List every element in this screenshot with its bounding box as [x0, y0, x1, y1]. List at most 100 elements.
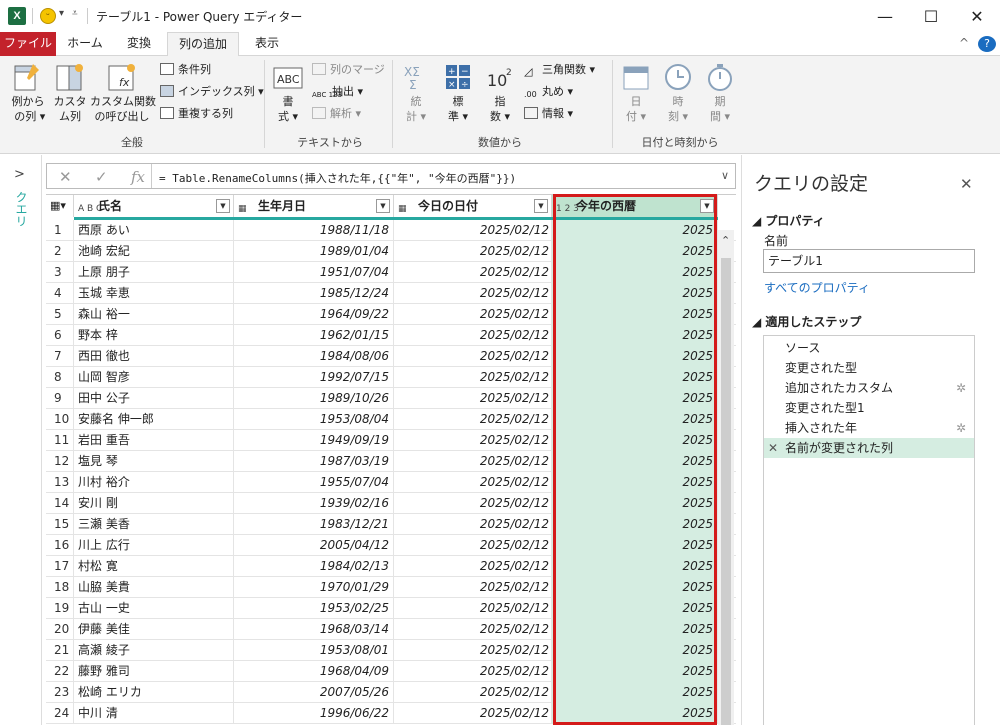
cell-today[interactable]: 2025/02/12 — [394, 283, 552, 304]
tab-transform[interactable]: 変換 — [116, 32, 162, 56]
row-number[interactable]: 14 — [46, 493, 74, 514]
cell-name[interactable]: 池崎 宏紀 — [74, 241, 234, 262]
row-number[interactable]: 2 — [46, 241, 74, 262]
cell-today[interactable]: 2025/02/12 — [394, 640, 552, 661]
row-number[interactable]: 19 — [46, 598, 74, 619]
table-row[interactable]: 1 西原 あい 1988/11/18 2025/02/12 2025 — [46, 220, 736, 241]
filter-dropdown-icon[interactable]: ▼ — [216, 199, 230, 213]
cell-year[interactable]: 2025 — [552, 703, 718, 724]
applied-step[interactable]: 変更された型 — [764, 358, 974, 378]
close-settings-icon[interactable]: ✕ — [960, 175, 973, 193]
tab-file[interactable]: ファイル — [0, 32, 56, 56]
cell-year[interactable]: 2025 — [552, 682, 718, 703]
cell-year[interactable]: 2025 — [552, 220, 718, 241]
cell-name[interactable]: 伊藤 美佳 — [74, 619, 234, 640]
row-number[interactable]: 16 — [46, 535, 74, 556]
column-header-today[interactable]: ▦ 今日の日付 ▼ — [394, 195, 552, 217]
delete-step-icon[interactable]: ✕ — [768, 438, 778, 458]
cell-today[interactable]: 2025/02/12 — [394, 241, 552, 262]
cell-year[interactable]: 2025 — [552, 388, 718, 409]
scroll-up-icon[interactable]: ⌃ — [721, 234, 730, 247]
row-number[interactable]: 10 — [46, 409, 74, 430]
cell-birthdate[interactable]: 1987/03/19 — [234, 451, 394, 472]
cell-today[interactable]: 2025/02/12 — [394, 451, 552, 472]
cell-name[interactable]: 野本 梓 — [74, 325, 234, 346]
applied-step[interactable]: 変更された型1 — [764, 398, 974, 418]
table-row[interactable]: 11 岩田 重吾 1949/09/19 2025/02/12 2025 — [46, 430, 736, 451]
cell-birthdate[interactable]: 1939/02/16 — [234, 493, 394, 514]
vertical-scrollbar[interactable]: ⌃ — [718, 230, 734, 725]
tab-view[interactable]: 表示 — [244, 32, 290, 56]
column-from-examples-button[interactable]: 例から の列 ▾ — [6, 62, 50, 124]
row-number[interactable]: 11 — [46, 430, 74, 451]
cell-birthdate[interactable]: 1955/07/04 — [234, 472, 394, 493]
cell-name[interactable]: 上原 朋子 — [74, 262, 234, 283]
table-menu-button[interactable]: ▦▾ — [46, 195, 74, 217]
query-name-input[interactable]: テーブル1 — [763, 249, 975, 273]
cancel-formula-icon[interactable]: ✕ — [59, 168, 72, 186]
table-row[interactable]: 5 森山 裕一 1964/09/22 2025/02/12 2025 — [46, 304, 736, 325]
index-column-button[interactable]: インデックス列 ▾ — [160, 82, 264, 102]
help-icon[interactable]: ? — [978, 36, 996, 52]
applied-step[interactable]: ソース — [764, 338, 974, 358]
cell-birthdate[interactable]: 1989/01/04 — [234, 241, 394, 262]
cell-today[interactable]: 2025/02/12 — [394, 472, 552, 493]
table-row[interactable]: 8 山岡 智彦 1992/07/15 2025/02/12 2025 — [46, 367, 736, 388]
cell-year[interactable]: 2025 — [552, 619, 718, 640]
commit-formula-icon[interactable]: ✓ — [95, 168, 108, 186]
cell-today[interactable]: 2025/02/12 — [394, 346, 552, 367]
cell-name[interactable]: 三瀬 美香 — [74, 514, 234, 535]
applied-step[interactable]: 追加されたカスタム ✲ — [764, 378, 974, 398]
cell-today[interactable]: 2025/02/12 — [394, 535, 552, 556]
cell-birthdate[interactable]: 1951/07/04 — [234, 262, 394, 283]
table-row[interactable]: 23 松崎 エリカ 2007/05/26 2025/02/12 2025 — [46, 682, 736, 703]
cell-birthdate[interactable]: 1983/12/21 — [234, 514, 394, 535]
cell-birthdate[interactable]: 1988/11/18 — [234, 220, 394, 241]
cell-name[interactable]: 安藤名 伸一郎 — [74, 409, 234, 430]
table-row[interactable]: 12 塩見 琴 1987/03/19 2025/02/12 2025 — [46, 451, 736, 472]
table-row[interactable]: 21 高瀬 綾子 1953/08/01 2025/02/12 2025 — [46, 640, 736, 661]
cell-today[interactable]: 2025/02/12 — [394, 661, 552, 682]
column-header-name[interactable]: A B C 氏名 ▼ — [74, 195, 234, 217]
table-row[interactable]: 16 川上 広行 2005/04/12 2025/02/12 2025 — [46, 535, 736, 556]
filter-dropdown-icon[interactable]: ▼ — [700, 199, 714, 213]
table-row[interactable]: 2 池崎 宏紀 1989/01/04 2025/02/12 2025 — [46, 241, 736, 262]
row-number[interactable]: 8 — [46, 367, 74, 388]
cell-year[interactable]: 2025 — [552, 661, 718, 682]
cell-year[interactable]: 2025 — [552, 367, 718, 388]
cell-birthdate[interactable]: 1996/06/22 — [234, 703, 394, 724]
fx-icon[interactable]: fx — [131, 168, 145, 186]
cell-year[interactable]: 2025 — [552, 598, 718, 619]
cell-year[interactable]: 2025 — [552, 430, 718, 451]
cell-name[interactable]: 高瀬 綾子 — [74, 640, 234, 661]
cell-name[interactable]: 玉城 幸恵 — [74, 283, 234, 304]
cell-name[interactable]: 山岡 智彦 — [74, 367, 234, 388]
cell-year[interactable]: 2025 — [552, 556, 718, 577]
cell-today[interactable]: 2025/02/12 — [394, 556, 552, 577]
table-row[interactable]: 13 川村 裕介 1955/07/04 2025/02/12 2025 — [46, 472, 736, 493]
row-number[interactable]: 21 — [46, 640, 74, 661]
cell-year[interactable]: 2025 — [552, 409, 718, 430]
cell-today[interactable]: 2025/02/12 — [394, 514, 552, 535]
row-number[interactable]: 22 — [46, 661, 74, 682]
conditional-column-button[interactable]: 条件列 — [160, 60, 211, 80]
cell-birthdate[interactable]: 1962/01/15 — [234, 325, 394, 346]
applied-steps-section[interactable]: ◢ 適用したステップ — [752, 313, 861, 330]
applied-step[interactable]: 挿入された年 ✲ — [764, 418, 974, 438]
cell-today[interactable]: 2025/02/12 — [394, 325, 552, 346]
cell-today[interactable]: 2025/02/12 — [394, 682, 552, 703]
cell-year[interactable]: 2025 — [552, 451, 718, 472]
table-row[interactable]: 4 玉城 幸恵 1985/12/24 2025/02/12 2025 — [46, 283, 736, 304]
cell-today[interactable]: 2025/02/12 — [394, 262, 552, 283]
row-number[interactable]: 4 — [46, 283, 74, 304]
minimize-button[interactable]: — — [862, 0, 908, 32]
cell-birthdate[interactable]: 1968/04/09 — [234, 661, 394, 682]
cell-birthdate[interactable]: 1953/02/25 — [234, 598, 394, 619]
cell-name[interactable]: 森山 裕一 — [74, 304, 234, 325]
cell-name[interactable]: 中川 清 — [74, 703, 234, 724]
row-number[interactable]: 9 — [46, 388, 74, 409]
table-row[interactable]: 7 西田 徹也 1984/08/06 2025/02/12 2025 — [46, 346, 736, 367]
cell-name[interactable]: 山脇 美貴 — [74, 577, 234, 598]
collapse-ribbon-icon[interactable]: ^ — [954, 32, 974, 56]
feedback-smiley-icon[interactable]: ᵕ — [40, 8, 56, 24]
